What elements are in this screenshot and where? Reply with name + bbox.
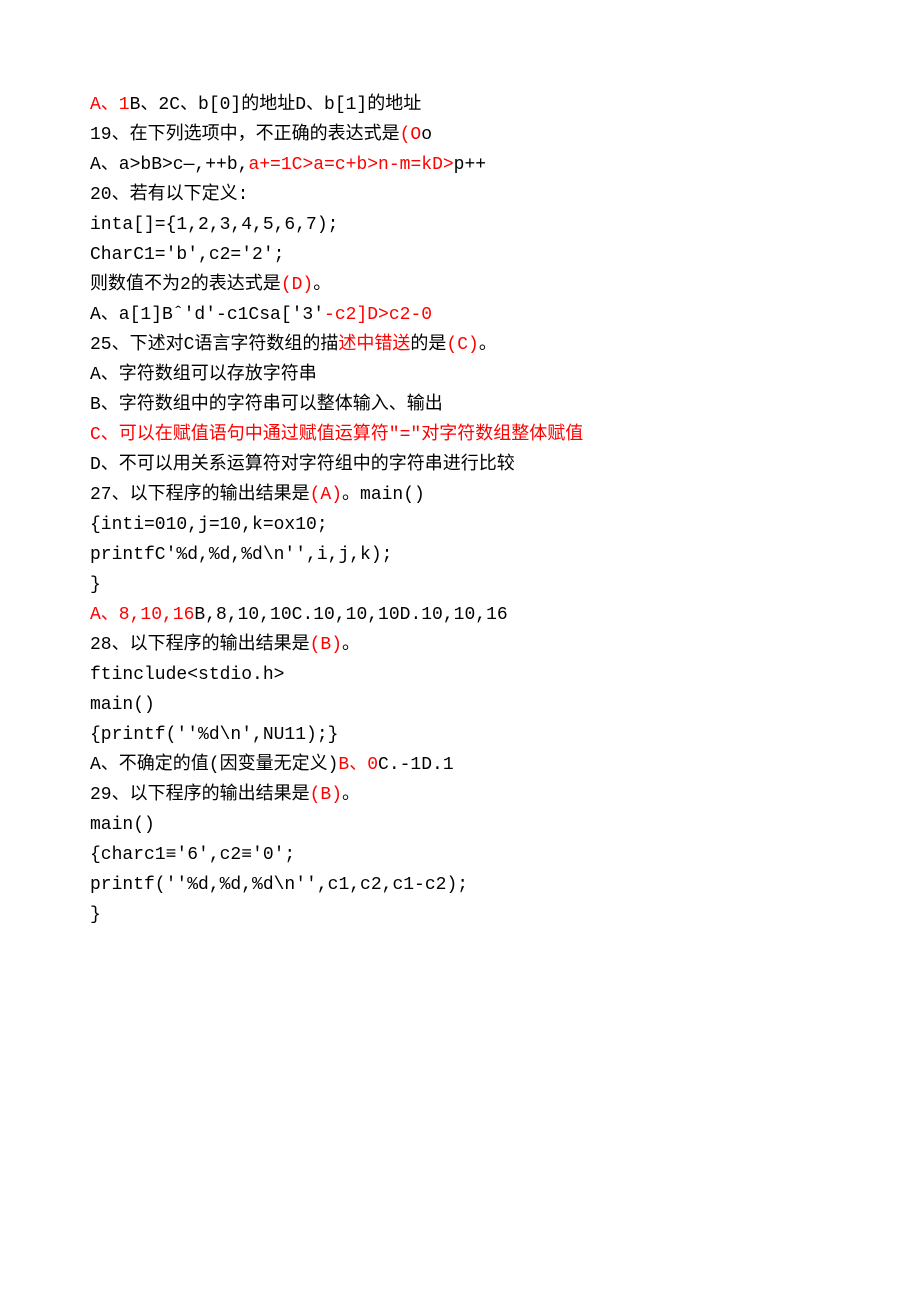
text-segment: (D) (281, 275, 313, 295)
text-line: A、不确定的值(因变量无定义)B、0C.-1D.1 (90, 750, 830, 780)
text-line: {inti=010,j=10,k=ox10; (90, 510, 830, 540)
text-segment: A、8,10,16 (90, 605, 194, 625)
text-segment: main() (90, 815, 155, 835)
text-line: 28、以下程序的输出结果是(B)。 (90, 630, 830, 660)
text-segment: p++ (454, 155, 486, 175)
text-line: {printf(''%d\n',NU11);} (90, 720, 830, 750)
text-line: B、字符数组中的字符串可以整体输入、输出 (90, 390, 830, 420)
text-segment: 28、以下程序的输出结果是 (90, 635, 310, 655)
text-segment: 29、以下程序的输出结果是 (90, 785, 310, 805)
text-line: A、字符数组可以存放字符串 (90, 360, 830, 390)
text-segment: B、字符数组中的字符串可以整体输入、输出 (90, 395, 443, 415)
text-segment: (B) (310, 635, 342, 655)
text-segment: B、0 (338, 755, 378, 775)
text-segment: inta[]={1,2,3,4,5,6,7); (90, 215, 338, 235)
text-line: 27、以下程序的输出结果是(A)。main() (90, 480, 830, 510)
text-segment: A、字符数组可以存放字符串 (90, 365, 317, 385)
text-segment: a+=1C>a=c+b>n-m=kD> (248, 155, 453, 175)
text-segment: 。 (479, 335, 497, 355)
text-line: A、1B、2C、b[0]的地址D、b[1]的地址 (90, 90, 830, 120)
text-segment: C、可以在赋值语句中通过赋值运算符"="对字符数组整体赋值 (90, 425, 583, 445)
text-segment: 述中错送 (338, 335, 410, 355)
text-line: 29、以下程序的输出结果是(B)。 (90, 780, 830, 810)
text-segment: } (90, 905, 101, 925)
text-segment: 27、以下程序的输出结果是 (90, 485, 310, 505)
text-line: A、8,10,16B,8,10,10C.10,10,10D.10,10,16 (90, 600, 830, 630)
text-segment: A、a[1]Bˆ'd'-c1Csa['3' (90, 305, 324, 325)
document-body: A、1B、2C、b[0]的地址D、b[1]的地址19、在下列选项中，不正确的表达… (90, 90, 830, 930)
text-line: main() (90, 810, 830, 840)
text-line: 20、若有以下定义: (90, 180, 830, 210)
text-line: CharC1='b',c2='2'; (90, 240, 830, 270)
text-segment: 的是 (410, 335, 446, 355)
text-segment: (O (400, 125, 422, 145)
text-segment: B、2C、b[0]的地址D、b[1]的地址 (130, 95, 422, 115)
text-segment: A、不确定的值(因变量无定义) (90, 755, 338, 775)
text-line: {charc1≡'6',c2≡'0'; (90, 840, 830, 870)
text-line: ftinclude<stdio.h> (90, 660, 830, 690)
text-line: A、a[1]Bˆ'd'-c1Csa['3'-c2]D>c2-0 (90, 300, 830, 330)
text-line: printf(''%d,%d,%d\n'',c1,c2,c1-c2); (90, 870, 830, 900)
text-segment: 。 (342, 785, 360, 805)
text-segment: CharC1='b',c2='2'; (90, 245, 284, 265)
text-segment: main() (90, 695, 155, 715)
text-segment: (C) (446, 335, 478, 355)
text-segment: B,8,10,10C.10,10,10D.10,10,16 (194, 605, 507, 625)
text-line: printfC'%d,%d,%d\n'',i,j,k); (90, 540, 830, 570)
text-segment: (A) (310, 485, 342, 505)
text-segment: 25、下述对C语言字符数组的描 (90, 335, 338, 355)
text-segment: A、1 (90, 95, 130, 115)
text-segment: 。 (313, 275, 331, 295)
text-line: 25、下述对C语言字符数组的描述中错送的是(C)。 (90, 330, 830, 360)
text-segment: (B) (310, 785, 342, 805)
text-line: D、不可以用关系运算符对字符组中的字符串进行比较 (90, 450, 830, 480)
text-line: } (90, 900, 830, 930)
text-segment: -c2]D>c2-0 (324, 305, 432, 325)
text-segment: o (421, 125, 432, 145)
text-line: 19、在下列选项中，不正确的表达式是(Oo (90, 120, 830, 150)
text-segment: {charc1≡'6',c2≡'0'; (90, 845, 295, 865)
text-line: } (90, 570, 830, 600)
text-line: main() (90, 690, 830, 720)
text-segment: 。main() (342, 485, 425, 505)
text-segment: {inti=010,j=10,k=ox10; (90, 515, 328, 535)
text-line: C、可以在赋值语句中通过赋值运算符"="对字符数组整体赋值 (90, 420, 830, 450)
text-segment: {printf(''%d\n',NU11);} (90, 725, 338, 745)
text-segment: C.-1D.1 (378, 755, 454, 775)
text-line: A、a>bB>c—,++b,a+=1C>a=c+b>n-m=kD>p++ (90, 150, 830, 180)
text-segment: D、不可以用关系运算符对字符组中的字符串进行比较 (90, 455, 515, 475)
text-segment: 20、若有以下定义: (90, 185, 248, 205)
text-segment: printf(''%d,%d,%d\n'',c1,c2,c1-c2); (90, 875, 468, 895)
text-segment: A、a>bB>c—,++b, (90, 155, 248, 175)
text-line: inta[]={1,2,3,4,5,6,7); (90, 210, 830, 240)
text-segment: ftinclude<stdio.h> (90, 665, 284, 685)
text-segment: } (90, 575, 101, 595)
text-segment: 则数值不为2的表达式是 (90, 275, 281, 295)
text-line: 则数值不为2的表达式是(D)。 (90, 270, 830, 300)
text-segment: 19、在下列选项中，不正确的表达式是 (90, 125, 400, 145)
text-segment: printfC'%d,%d,%d\n'',i,j,k); (90, 545, 392, 565)
text-segment: 。 (342, 635, 360, 655)
